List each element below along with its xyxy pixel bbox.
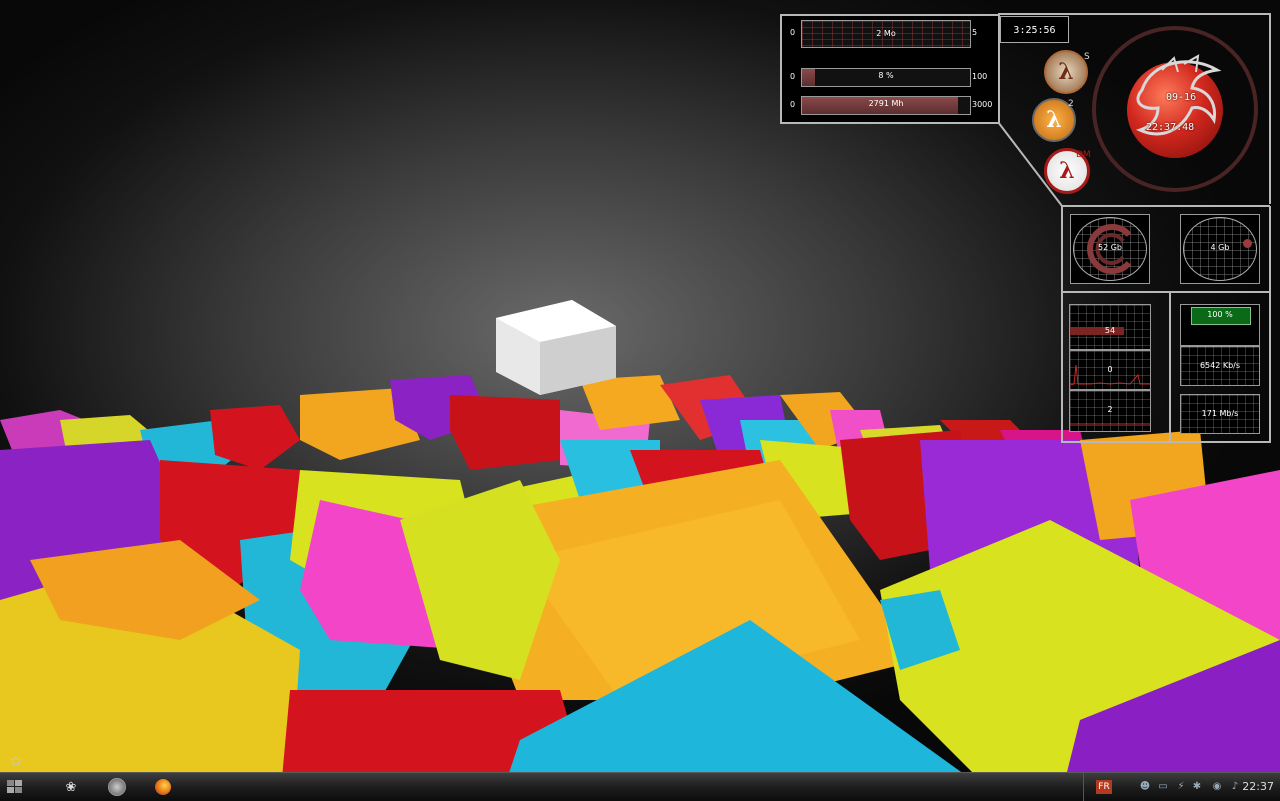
bar-min-label: 0 <box>790 28 796 37</box>
desktop-shortcut-icon[interactable]: ✩ <box>10 754 32 772</box>
taskbar: ❀ FR ☻ ▭ ⚡ ✱ ◉ ♪ 22:37 <box>0 772 1280 801</box>
language-indicator[interactable]: FR <box>1096 780 1112 794</box>
bar-min-label: 0 <box>790 100 796 109</box>
graph-value: 2 <box>1107 405 1113 414</box>
dragon-icon <box>1135 54 1222 136</box>
disk-d: 4 Gb <box>1180 214 1260 284</box>
bar-value: 8 % <box>878 71 894 80</box>
users-icon[interactable]: ☻ <box>1138 781 1152 793</box>
launcher-sup: DM <box>1076 150 1091 160</box>
disk-c: 52 Gb <box>1070 214 1150 284</box>
monitor-icon[interactable]: ▭ <box>1156 781 1170 793</box>
system-tray: FR ☻ ▭ ⚡ ✱ ◉ ♪ 22:37 <box>1083 773 1280 801</box>
windows-logo-icon <box>7 780 22 793</box>
network-percent-box: 100 % <box>1180 304 1260 346</box>
half-life-source-icon[interactable]: λ <box>1044 50 1088 94</box>
system-bars-panel: 0 2 Mo 5 0 8 % 100 0 2791 Mh 3000 <box>780 14 1000 124</box>
network-icon[interactable]: ⚡ <box>1174 781 1188 793</box>
bar-max-label: 5 <box>972 28 978 37</box>
bar-max-label: 3000 <box>972 100 993 109</box>
network-down-box: 6542 Kb/s <box>1180 346 1260 386</box>
taskbar-clock[interactable]: 22:37 <box>1242 780 1274 793</box>
ram-graph: 0 <box>1069 350 1151 390</box>
firefox-icon[interactable] <box>152 777 174 797</box>
orb-date: 09-16 <box>1166 92 1197 103</box>
bar-max-label: 100 <box>972 72 988 81</box>
start-button[interactable] <box>4 777 26 797</box>
desktop-icon[interactable]: ❀ <box>60 777 82 797</box>
net-up: 171 Mb/s <box>1201 409 1239 418</box>
disk-c-label: 52 Gb <box>1098 243 1122 252</box>
cpu-bar: 0 8 % 100 <box>790 68 994 88</box>
graph-value: 0 <box>1107 365 1113 374</box>
bar-value: 2791 Mh <box>868 99 904 108</box>
net-percent: 100 % <box>1207 310 1233 319</box>
launcher-sup: 2 <box>1068 99 1074 109</box>
bar-track: 8 % <box>801 68 971 87</box>
net-down: 6542 Kb/s <box>1199 361 1241 370</box>
cpu-freq-bar: 0 2791 Mh 3000 <box>790 96 1002 116</box>
network-up-box: 171 Mb/s <box>1180 394 1260 434</box>
bar-track: 2791 Mh <box>801 96 971 115</box>
bar-value: 2 Mo <box>876 29 896 38</box>
media-player-icon[interactable] <box>106 777 128 797</box>
bar-min-label: 0 <box>790 72 796 81</box>
memory-bar: 0 2 Mo 5 <box>790 20 994 48</box>
volume-icon[interactable]: ♪ <box>1228 781 1242 793</box>
bluetooth-icon[interactable]: ✱ <box>1190 781 1204 793</box>
bar-track: 2 Mo <box>801 20 971 48</box>
uptime-clock: 3:25:56 <box>1000 16 1069 43</box>
disk-d-label: 4 Gb <box>1210 243 1230 252</box>
cpu-graph: 54 <box>1069 304 1151 350</box>
orb-time: 22:37:48 <box>1146 122 1195 133</box>
sync-icon[interactable]: ◉ <box>1210 781 1224 793</box>
launcher-sup: S <box>1084 52 1090 62</box>
graph-value: 54 <box>1104 326 1116 335</box>
disk-io-graph: 2 <box>1069 390 1151 432</box>
